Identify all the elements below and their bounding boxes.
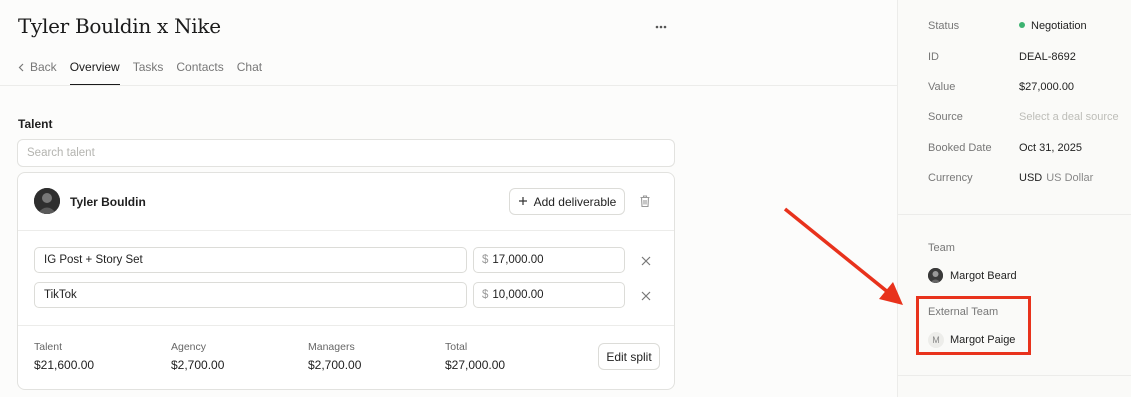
back-label: Back (30, 60, 57, 74)
trash-icon (638, 195, 652, 212)
divider (898, 375, 1131, 376)
page-title: Tyler Bouldin x Nike (18, 14, 221, 38)
avatar (34, 188, 60, 214)
prop-label-status: Status (928, 20, 960, 32)
split-value: $2,700.00 (171, 358, 225, 372)
delete-talent-button[interactable] (638, 194, 654, 210)
edit-split-button[interactable]: Edit split (598, 343, 660, 370)
talent-card: Tyler Bouldin Add deliverable IG Post + … (17, 172, 675, 390)
split-managers: Managers $2,700.00 (308, 341, 361, 372)
remove-deliverable-button[interactable] (640, 289, 652, 301)
currency-symbol: $ (482, 254, 489, 266)
tab-chat[interactable]: Chat (237, 56, 262, 85)
currency-symbol: $ (482, 289, 489, 301)
back-link[interactable]: Back (18, 56, 57, 85)
add-deliverable-button[interactable]: Add deliverable (509, 188, 625, 215)
split-value: $21,600.00 (34, 358, 95, 372)
prop-label-value: Value (928, 81, 956, 93)
deal-value: $27,000.00 (1019, 81, 1075, 93)
talent-section-label: Talent (18, 117, 53, 131)
tab-overview[interactable]: Overview (69, 56, 120, 85)
plus-icon (518, 195, 528, 209)
team-heading: Team (928, 242, 955, 254)
deal-id-value: DEAL-8692 (1019, 51, 1076, 63)
split-label: Managers (308, 341, 355, 353)
split-agency: Agency $2,700.00 (171, 341, 224, 372)
divider (0, 85, 897, 86)
divider (898, 214, 1131, 215)
talent-card-header: Tyler Bouldin Add deliverable (18, 173, 674, 231)
add-deliverable-label: Add deliverable (533, 194, 617, 209)
prop-label-booked-date: Booked Date (928, 142, 992, 154)
chevron-left-icon (18, 63, 24, 72)
deliverable-amount: 10,000.00 (492, 289, 544, 301)
deliverable-row: IG Post + Story Set $ 17,000.00 (34, 247, 660, 273)
tab-contacts[interactable]: Contacts (176, 56, 223, 85)
prop-label-source: Source (928, 111, 963, 123)
split-value: $27,000.00 (445, 358, 506, 372)
avatar (928, 268, 943, 283)
remove-deliverable-button[interactable] (640, 254, 652, 266)
annotation-highlight-box (916, 296, 1031, 355)
deliverable-row: TikTok $ 10,000.00 (34, 282, 660, 308)
booked-date-value[interactable]: Oct 31, 2025 (1019, 142, 1082, 154)
tab-tasks[interactable]: Tasks (133, 56, 164, 85)
status-badge: Negotiation (1031, 20, 1087, 32)
split-label: Agency (171, 341, 207, 353)
deliverable-amount-field[interactable]: $ 17,000.00 (473, 247, 625, 273)
main-content: Tyler Bouldin x Nike Back Overview Tasks… (0, 0, 897, 397)
deliverable-name-field[interactable]: TikTok (34, 282, 467, 308)
status-dot-icon (1019, 22, 1025, 29)
close-icon (640, 289, 652, 306)
deliverable-amount-field[interactable]: $ 10,000.00 (473, 282, 625, 308)
deliverable-amount: 17,000.00 (492, 254, 544, 266)
close-icon (640, 254, 652, 271)
talent-name: Tyler Bouldin (70, 195, 146, 209)
more-options-button[interactable] (652, 18, 670, 36)
ellipsis-icon (655, 25, 667, 29)
deliverable-name-field[interactable]: IG Post + Story Set (34, 247, 467, 273)
team-member[interactable]: Margot Beard (928, 268, 1017, 283)
prop-label-id: ID (928, 51, 939, 63)
split-value: $2,700.00 (308, 358, 362, 372)
currency-name: US Dollar (1046, 172, 1094, 184)
currency-code: USD (1019, 172, 1043, 184)
split-label: Total (445, 341, 468, 353)
prop-label-currency: Currency (928, 172, 973, 184)
tab-bar: Back Overview Tasks Contacts Chat (18, 56, 275, 86)
split-talent: Talent $21,600.00 (34, 341, 94, 372)
search-talent-input[interactable] (17, 139, 675, 167)
currency-value[interactable]: USD US Dollar (1019, 172, 1093, 184)
member-name: Margot Beard (950, 269, 1017, 282)
status-value[interactable]: Negotiation (1019, 20, 1087, 32)
split-total: Total $27,000.00 (445, 341, 505, 372)
deal-source-select[interactable]: Select a deal source (1019, 111, 1119, 123)
split-label: Talent (34, 341, 63, 353)
divider (18, 325, 674, 326)
